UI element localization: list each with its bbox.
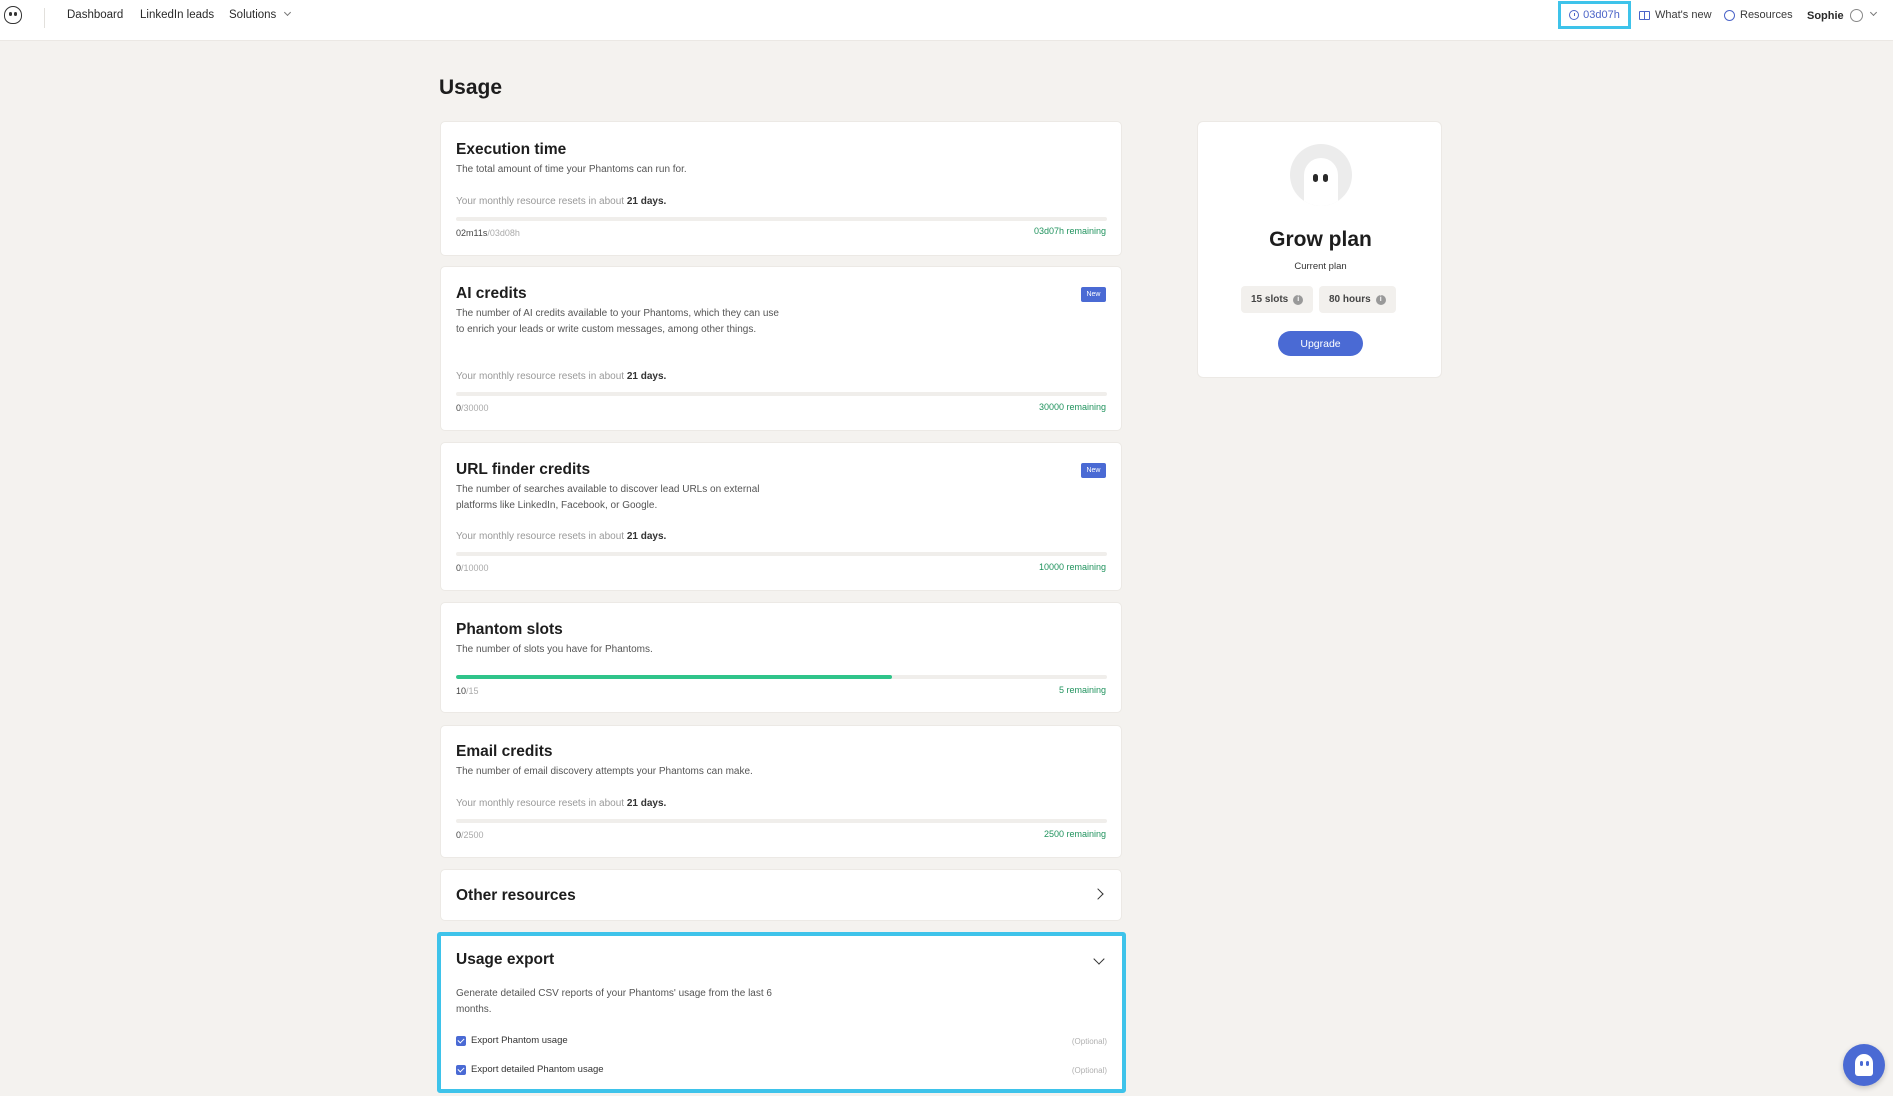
card-title: AI credits (456, 285, 527, 302)
remaining-value: 2500 remaining (1043, 829, 1106, 839)
ghost-icon (1304, 158, 1338, 206)
new-badge: New (1081, 463, 1106, 478)
slots-label: 15 slots (1251, 294, 1289, 305)
reset-info: Your monthly resource resets in about 21… (456, 531, 667, 542)
nav-solutions-dropdown[interactable]: Solutions (229, 8, 292, 21)
remaining-value: 03d07h remaining (1033, 226, 1106, 236)
usage-value: 10/15 (456, 686, 479, 696)
card-title: Usage export (456, 951, 555, 968)
usage-value: 0/10000 (456, 563, 489, 573)
progress-track (456, 392, 1107, 396)
nav-linkedin-leads[interactable]: LinkedIn leads (140, 9, 214, 21)
nav-dashboard[interactable]: Dashboard (67, 9, 123, 21)
avatar (1849, 9, 1863, 22)
gift-icon (1639, 10, 1650, 20)
usage-export-card: Usage export Generate detailed CSV repor… (437, 932, 1126, 1093)
optional-label: (Optional) (1071, 1037, 1107, 1046)
usage-value: 0/2500 (456, 830, 484, 840)
card-title: Execution time (456, 141, 567, 158)
remaining-value: 30000 remaining (1038, 402, 1106, 412)
usage-value: 02m11s/03d08h (456, 228, 520, 238)
usage-value: 0/30000 (456, 403, 489, 413)
card-description: The number of slots you have for Phantom… (456, 644, 653, 655)
card-title: URL finder credits (456, 461, 591, 478)
card-title: Phantom slots (456, 621, 563, 638)
page-title: Usage (439, 76, 503, 99)
progress-fill (456, 675, 893, 679)
execution-time-badge[interactable]: 03d07h (1558, 1, 1631, 29)
plan-name: Grow plan (1269, 228, 1372, 251)
card-description: Generate detailed CSV reports of your Ph… (456, 988, 772, 1015)
card-description: The total amount of time your Phantoms c… (456, 164, 687, 175)
hours-label: 80 hours (1329, 294, 1371, 305)
export-detailed-phantom-usage-checkbox[interactable]: Export detailed Phantom usage (456, 1064, 604, 1075)
chevron-right-icon (1092, 888, 1104, 900)
chevron-down-icon[interactable] (1093, 953, 1105, 965)
phantom-slots-card: Phantom slots The number of slots you ha… (440, 602, 1122, 713)
help-circle-icon (1724, 9, 1735, 21)
reset-info: Your monthly resource resets in about 21… (456, 371, 667, 382)
time-remaining-label: 03d07h (1583, 9, 1620, 21)
progress-track (456, 552, 1107, 556)
plan-card: Grow plan Current plan 15 slots i 80 hou… (1197, 121, 1442, 378)
execution-time-card: Execution time The total amount of time … (440, 121, 1122, 256)
checkbox-checked-icon[interactable] (456, 1035, 466, 1046)
email-credits-card: Email credits The number of email discov… (440, 725, 1122, 858)
checkbox-label: Export Phantom usage (471, 1035, 568, 1046)
divider (44, 8, 45, 28)
whats-new-link[interactable]: What's new (1639, 9, 1712, 21)
card-description: The number of AI credits available to yo… (456, 308, 779, 335)
optional-label: (Optional) (1071, 1066, 1107, 1075)
progress-track (456, 217, 1107, 221)
checkbox-label: Export detailed Phantom usage (471, 1064, 604, 1075)
chevron-down-icon (1869, 8, 1877, 17)
resources-link[interactable]: Resources (1724, 9, 1793, 21)
remaining-value: 10000 remaining (1038, 562, 1106, 572)
progress-track (456, 675, 1107, 679)
info-icon[interactable]: i (1293, 294, 1304, 305)
remaining-value: 5 remaining (1058, 685, 1106, 695)
card-title: Email credits (456, 743, 553, 760)
checkbox-checked-icon[interactable] (456, 1064, 466, 1075)
phantombuster-logo-icon[interactable] (4, 6, 22, 24)
slots-pill: 15 slots i (1241, 286, 1314, 313)
ai-credits-card: AI credits New The number of AI credits … (440, 266, 1122, 431)
card-description: The number of searches available to disc… (456, 484, 760, 511)
chat-support-icon[interactable] (1843, 1044, 1885, 1086)
card-title: Other resources (456, 887, 576, 904)
clock-icon (1569, 10, 1580, 20)
other-resources-card[interactable]: Other resources (440, 869, 1122, 921)
progress-track (456, 819, 1107, 823)
upgrade-button[interactable]: Upgrade (1278, 331, 1363, 356)
nav-solutions-label: Solutions (229, 9, 277, 21)
top-navbar: Dashboard LinkedIn leads Solutions 03d07… (0, 0, 1893, 41)
chevron-down-icon (284, 8, 292, 17)
avatar (1290, 144, 1352, 206)
resources-label: Resources (1740, 9, 1793, 21)
reset-info: Your monthly resource resets in about 21… (456, 196, 667, 207)
whats-new-label: What's new (1655, 9, 1712, 21)
export-phantom-usage-checkbox[interactable]: Export Phantom usage (456, 1035, 568, 1046)
card-description: The number of email discovery attempts y… (456, 766, 753, 777)
hours-pill: 80 hours i (1319, 286, 1396, 313)
url-finder-credits-card: URL finder credits New The number of sea… (440, 442, 1122, 591)
new-badge: New (1081, 287, 1106, 302)
plan-subtitle: Current plan (1294, 261, 1347, 272)
user-menu[interactable]: Sophie (1807, 8, 1877, 22)
user-name: Sophie (1807, 9, 1844, 22)
info-icon[interactable]: i (1375, 294, 1386, 305)
reset-info: Your monthly resource resets in about 21… (456, 798, 667, 809)
